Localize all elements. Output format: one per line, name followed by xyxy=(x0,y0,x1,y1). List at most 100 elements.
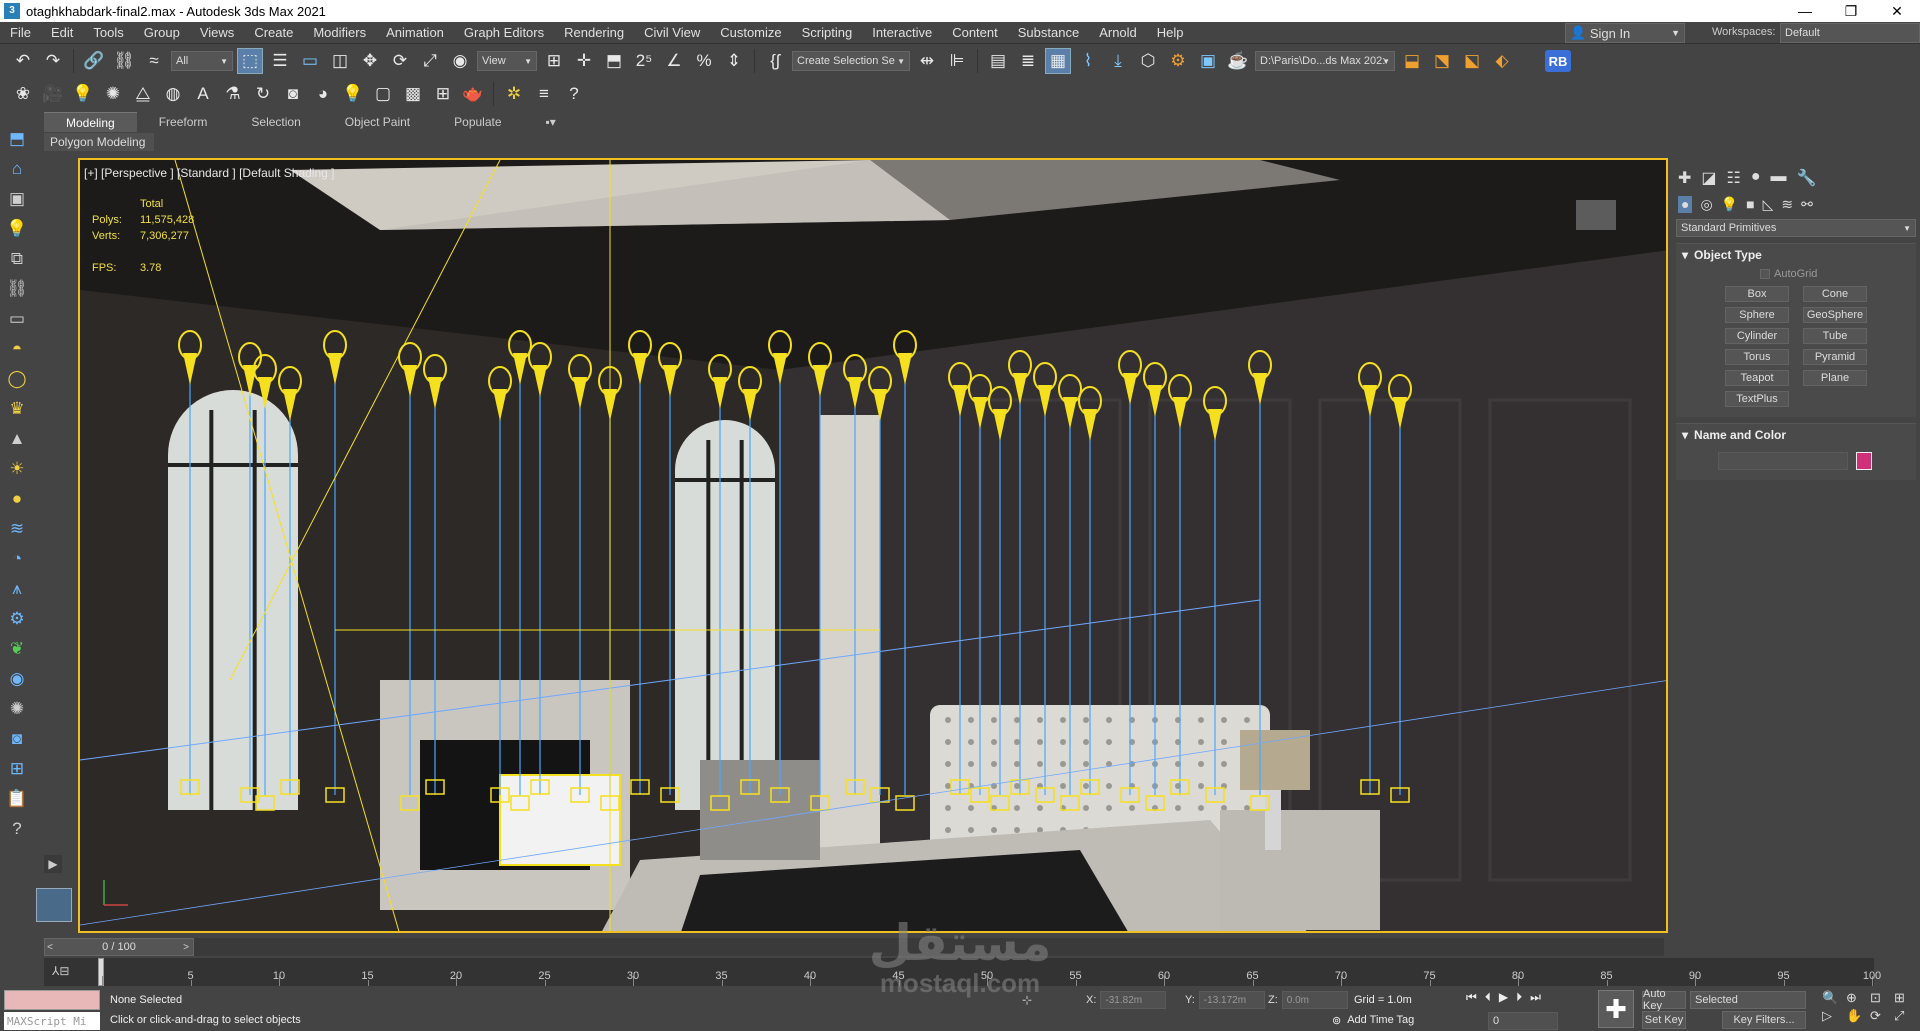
project-set-icon[interactable]: ⬖ xyxy=(1489,48,1515,74)
rotate-icon[interactable]: ⟳ xyxy=(387,48,413,74)
zoom-icon[interactable]: 🔍 xyxy=(1822,990,1844,1006)
menu-rendering[interactable]: Rendering xyxy=(554,25,634,40)
particle-flow-icon[interactable]: ❀ xyxy=(10,81,36,107)
set-key-button[interactable]: Set Key xyxy=(1642,1011,1686,1029)
named-selection-set-dropdown[interactable]: Create Selection Se ▼ xyxy=(792,51,910,71)
menu-interactive[interactable]: Interactive xyxy=(862,25,942,40)
add-time-tag[interactable]: ⊚ Add Time Tag xyxy=(1332,1014,1414,1027)
spinner-snap-icon[interactable]: ⇕ xyxy=(721,48,747,74)
select-object-icon[interactable]: ⬚ xyxy=(237,48,263,74)
rendered-frame-window-icon[interactable]: ▣ xyxy=(1195,48,1221,74)
zoom-extents-icon[interactable]: ⊡ xyxy=(1870,990,1892,1006)
photometric-icon[interactable]: ⧋ xyxy=(130,81,156,107)
project-new-icon[interactable]: ⬕ xyxy=(1459,48,1485,74)
menu-group[interactable]: Group xyxy=(134,25,190,40)
pyramid-button[interactable]: Pyramid xyxy=(1803,349,1867,365)
utilities-tab-icon[interactable]: 🔧 xyxy=(1797,168,1817,188)
pan-icon[interactable]: ✋ xyxy=(1846,1008,1868,1024)
current-frame-field[interactable]: 0 xyxy=(1488,1012,1558,1030)
cylinder-button[interactable]: Cylinder xyxy=(1725,328,1789,344)
scene-explorer-icon[interactable]: ▤ xyxy=(985,48,1011,74)
help-icon[interactable]: ? xyxy=(561,81,587,107)
previous-frame-arrow-icon[interactable]: < xyxy=(42,938,58,956)
clipboard-icon[interactable]: 📋 xyxy=(3,786,31,812)
window-crossing-icon[interactable]: ◫ xyxy=(327,48,353,74)
expand-arrow-icon[interactable]: ▶ xyxy=(44,855,62,873)
select-by-name-icon[interactable]: ☰ xyxy=(267,48,293,74)
tab-freeform[interactable]: Freeform xyxy=(137,112,230,132)
tree-icon[interactable]: ❦ xyxy=(3,636,31,662)
torus-button[interactable]: Torus xyxy=(1725,349,1789,365)
refresh-icon[interactable]: ↻ xyxy=(250,81,276,107)
render-region-icon[interactable]: ◙ xyxy=(280,81,306,107)
question-icon[interactable]: ? xyxy=(3,816,31,842)
edit-named-selection-icon[interactable]: {ʃ xyxy=(762,48,788,74)
viewport-layout-icon[interactable]: ⬒ xyxy=(3,126,31,152)
render-setup-icon[interactable]: ⚙ xyxy=(1165,48,1191,74)
lights-icon[interactable]: 💡 xyxy=(1721,196,1738,213)
teapot-icon[interactable]: 🫖 xyxy=(460,81,486,107)
ribbon-options-icon[interactable]: ▪▾ xyxy=(524,112,578,132)
windows-icon[interactable]: ⊞ xyxy=(3,756,31,782)
list-icon[interactable]: ≡ xyxy=(531,81,557,107)
create-tab-icon[interactable]: ✚ xyxy=(1678,168,1691,188)
camera-icon[interactable]: 🎥 xyxy=(40,81,66,107)
tube-button[interactable]: Tube xyxy=(1803,328,1867,344)
sphere-button[interactable]: Sphere xyxy=(1725,307,1789,323)
close-button[interactable]: ✕ xyxy=(1874,0,1920,22)
cone-icon[interactable]: ▲ xyxy=(3,426,31,452)
helpers-icon[interactable]: ◺ xyxy=(1763,196,1774,213)
menu-help[interactable]: Help xyxy=(1147,25,1194,40)
reference-coordinate-dropdown[interactable]: View ▼ xyxy=(477,51,537,71)
auto-key-button[interactable]: Auto Key xyxy=(1642,988,1686,1012)
systems-icon[interactable]: ⚯ xyxy=(1801,196,1813,213)
ribbon-toggle-icon[interactable]: ▦ xyxy=(1045,48,1071,74)
coord-z-field[interactable]: 0.0m xyxy=(1281,991,1348,1009)
space-warps-icon[interactable]: ≋ xyxy=(1781,196,1793,213)
teapot-button[interactable]: Teapot xyxy=(1725,370,1789,386)
crown-icon[interactable]: ♛ xyxy=(3,396,31,422)
play-icon[interactable]: ▶ xyxy=(1499,990,1508,1005)
next-frame-icon[interactable]: ⏵ xyxy=(1516,990,1522,1005)
maximize-viewport-icon[interactable]: ⤢ xyxy=(1894,1008,1916,1024)
object-type-rollout-header[interactable]: ▾ Object Type xyxy=(1676,244,1916,266)
viewport-thumbnail[interactable] xyxy=(36,888,72,922)
zoom-all-icon[interactable]: ⊕ xyxy=(1846,990,1868,1006)
viewport-icon[interactable]: ▣ xyxy=(3,186,31,212)
disc-light-icon[interactable]: ● xyxy=(3,486,31,512)
snaps-toggle-icon[interactable]: 2⁵ xyxy=(631,48,657,74)
viewcube[interactable] xyxy=(1576,200,1616,230)
plane-icon[interactable]: ▭ xyxy=(3,306,31,332)
menu-edit[interactable]: Edit xyxy=(41,25,83,40)
stand-icon[interactable]: ⩚ xyxy=(3,576,31,602)
geometry-category-dropdown[interactable]: Standard Primitives ▼ xyxy=(1676,219,1916,237)
maxscript-mini-listener[interactable]: MAXScript Mi xyxy=(4,1012,100,1030)
geosphere-button[interactable]: GeoSphere xyxy=(1803,307,1867,323)
cameras-icon[interactable]: ■ xyxy=(1746,196,1754,213)
cone-button[interactable]: Cone xyxy=(1803,286,1867,302)
menu-graph-editors[interactable]: Graph Editors xyxy=(454,25,554,40)
time-cursor[interactable] xyxy=(98,958,104,986)
tab-object-paint[interactable]: Object Paint xyxy=(323,112,432,132)
tab-modeling[interactable]: Modeling xyxy=(44,112,137,132)
menu-create[interactable]: Create xyxy=(244,25,303,40)
layer-explorer-icon[interactable]: ≣ xyxy=(1015,48,1041,74)
hair-icon[interactable]: ≋ xyxy=(3,516,31,542)
plane-button[interactable]: Plane xyxy=(1803,370,1867,386)
workspace-select[interactable]: Default xyxy=(1780,23,1920,43)
menu-modifiers[interactable]: Modifiers xyxy=(303,25,376,40)
schematic-view-icon[interactable]: ⤓ xyxy=(1105,48,1131,74)
physical-camera-icon[interactable]: ◍ xyxy=(160,81,186,107)
menu-views[interactable]: Views xyxy=(190,25,244,40)
zoom-extents-all-icon[interactable]: ⊞ xyxy=(1894,990,1916,1006)
textplus-button[interactable]: TextPlus xyxy=(1725,391,1789,407)
curve-editor-icon[interactable]: ⌇ xyxy=(1075,48,1101,74)
redo-icon[interactable]: ↷ xyxy=(40,48,66,74)
link-icon[interactable]: 🔗 xyxy=(81,48,107,74)
home-icon[interactable]: ⌂ xyxy=(3,156,31,182)
menu-arnold[interactable]: Arnold xyxy=(1089,25,1147,40)
text-icon[interactable]: A xyxy=(190,81,216,107)
move-icon[interactable]: ✥ xyxy=(357,48,383,74)
grid-tools-icon[interactable]: ⊞ xyxy=(430,81,456,107)
menu-tools[interactable]: Tools xyxy=(83,25,133,40)
